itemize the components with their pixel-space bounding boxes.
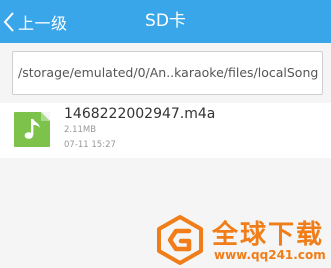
watermark-logo-icon — [157, 215, 203, 265]
path-area: /storage/emulated/0/An..karaoke/files/lo… — [0, 43, 331, 103]
page-title: SD卡 — [145, 11, 186, 31]
watermark-url: www.qq241.com — [214, 248, 326, 262]
watermark: 全球下载 www.qq241.com — [154, 210, 329, 266]
watermark-title: 全球下载 — [212, 220, 325, 250]
top-bar: 上一级 SD卡 — [0, 0, 331, 43]
file-date: 07-11 15:27 — [64, 140, 116, 150]
file-list-item[interactable]: 1468222002947.m4a 2.11MB 07-11 15:27 — [0, 103, 331, 158]
file-size: 2.11MB — [64, 125, 97, 135]
file-name: 1468222002947.m4a — [64, 106, 216, 122]
music-file-icon — [14, 112, 50, 147]
path-field[interactable]: /storage/emulated/0/An..karaoke/files/lo… — [12, 51, 323, 95]
